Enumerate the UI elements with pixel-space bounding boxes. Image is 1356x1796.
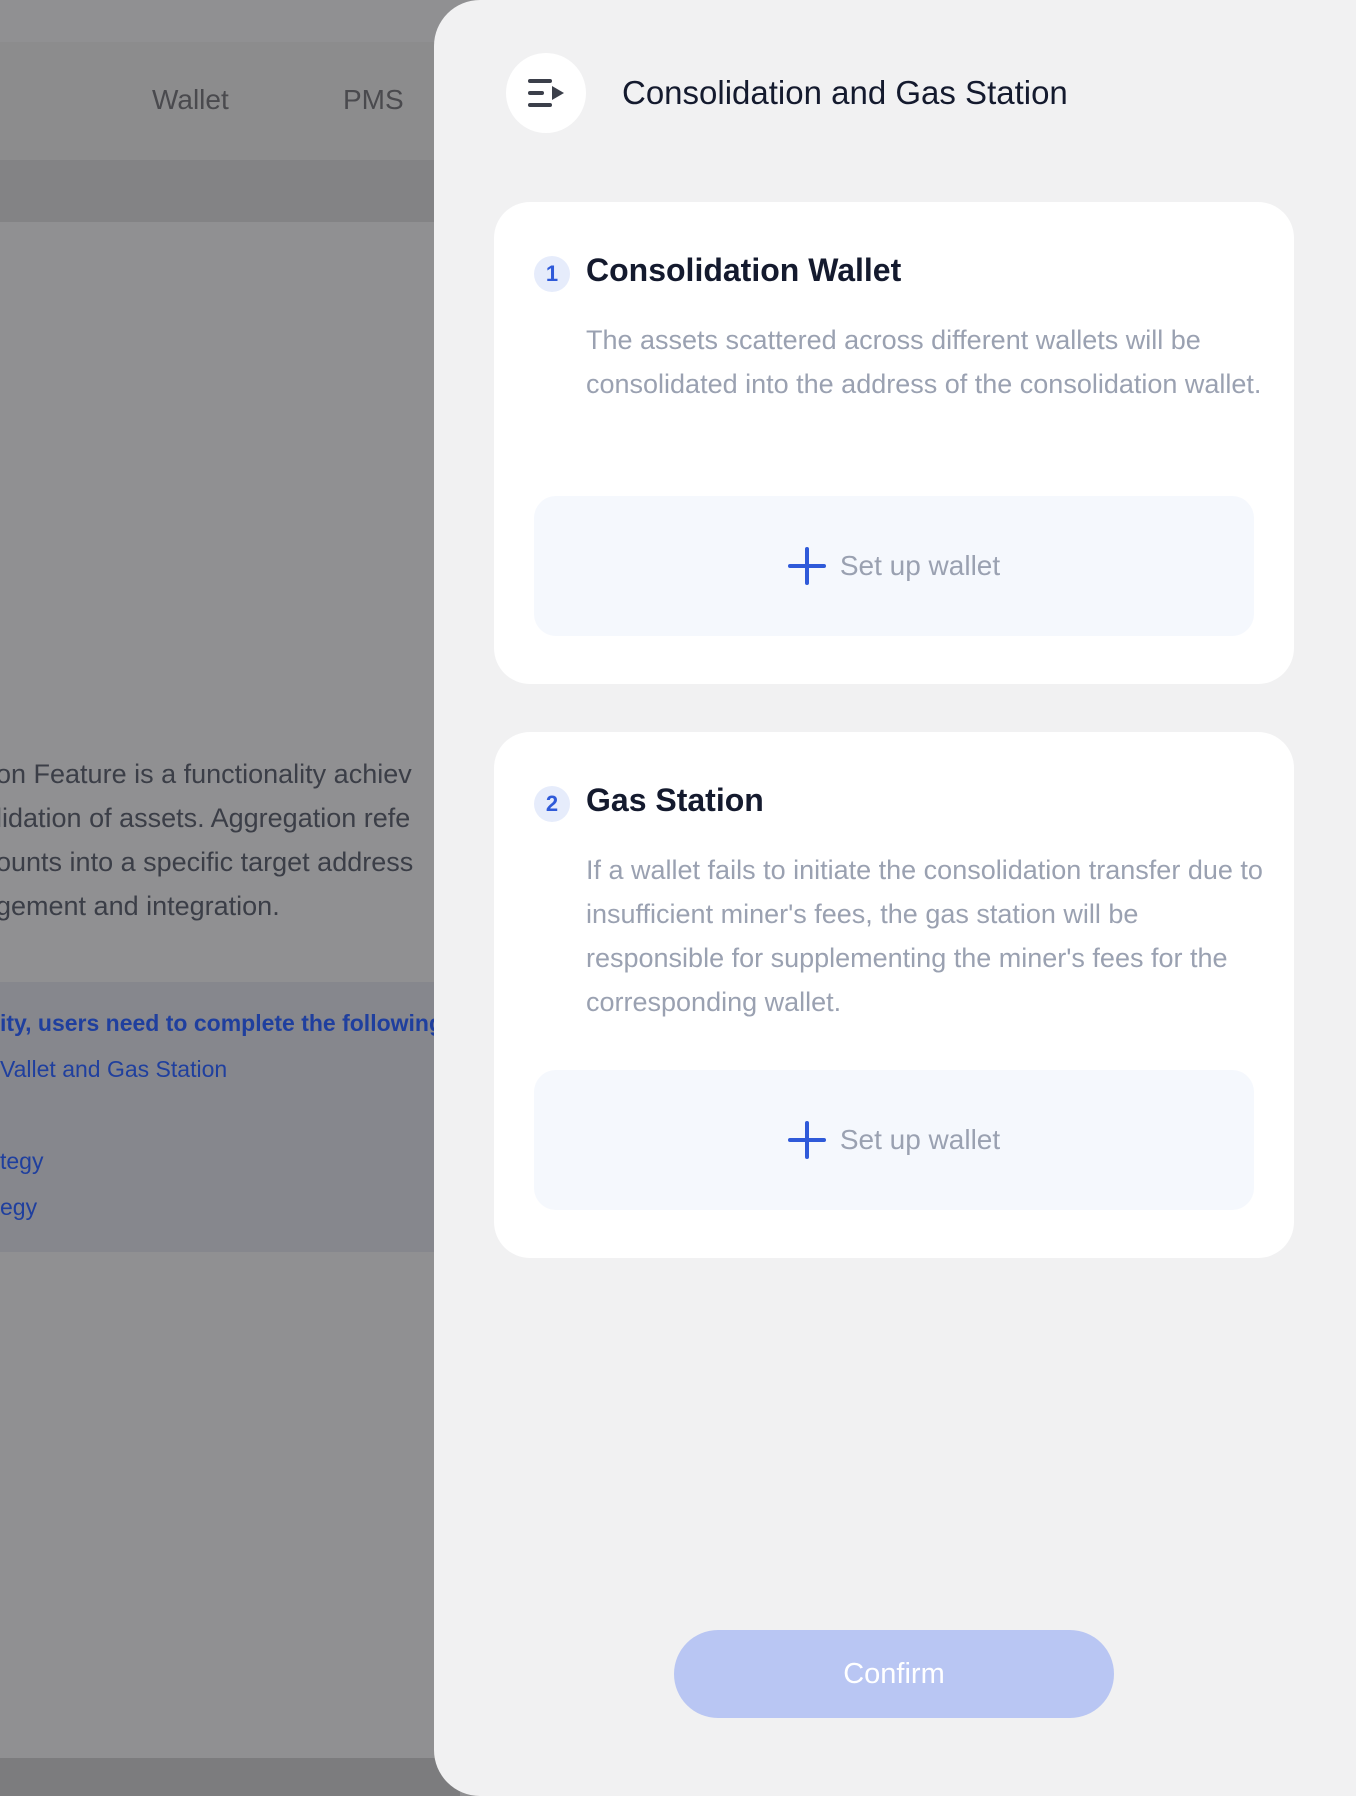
setup-wallet-label: Set up wallet [839, 1124, 1001, 1155]
consolidation-drawer: Consolidation and Gas Station 1 Consolid… [434, 0, 1356, 1796]
background-note-line: egy [0, 1194, 38, 1220]
background-description: on Feature is a functionality achiev lid… [0, 752, 460, 928]
step-badge: 1 [534, 256, 570, 292]
plus-icon [787, 547, 826, 585]
confirm-button[interactable]: Confirm [674, 1630, 1114, 1718]
plus-icon [787, 1121, 826, 1159]
card-title: Consolidation Wallet [586, 252, 902, 288]
nav-pms: PMS [343, 84, 404, 115]
collapse-drawer-button[interactable] [506, 53, 586, 133]
setup-wallet-label: Set up wallet [839, 550, 1001, 581]
card-title: Gas Station [586, 782, 764, 818]
background-description-line: ounts into a specific target address [0, 847, 414, 877]
step-badge: 2 [534, 786, 570, 822]
background-note-line: tegy [0, 1148, 44, 1174]
drawer-title: Consolidation and Gas Station [622, 74, 1068, 111]
background-note: ity, users need to complete the followin… [0, 982, 460, 1252]
background-description-line: lidation of assets. Aggregation refe [0, 803, 411, 833]
menu-collapse-icon [528, 79, 564, 107]
card-description: If a wallet fails to initiate the consol… [586, 855, 1263, 1017]
drawer-header: Consolidation and Gas Station [506, 52, 1068, 134]
background-note-line: Vallet and Gas Station [0, 1056, 228, 1082]
setup-gas-station-wallet-button[interactable]: Set up wallet [534, 1070, 1254, 1210]
background-footer [0, 1758, 460, 1796]
background-subbar [0, 160, 460, 222]
background-description-line: on Feature is a functionality achiev [0, 759, 412, 789]
setup-consolidation-wallet-button[interactable]: Set up wallet [534, 496, 1254, 636]
gas-station-card: 2 Gas Station If a wallet fails to initi… [494, 732, 1294, 1258]
background-note-line: ity, users need to complete the followin… [0, 1010, 444, 1036]
consolidation-wallet-card: 1 Consolidation Wallet The assets scatte… [494, 202, 1294, 684]
nav-wallet: Wallet [152, 84, 229, 115]
background-top-nav: Wallet PMS [0, 42, 460, 160]
card-description: The assets scattered across different wa… [586, 325, 1262, 399]
background-description-line: gement and integration. [0, 891, 280, 921]
